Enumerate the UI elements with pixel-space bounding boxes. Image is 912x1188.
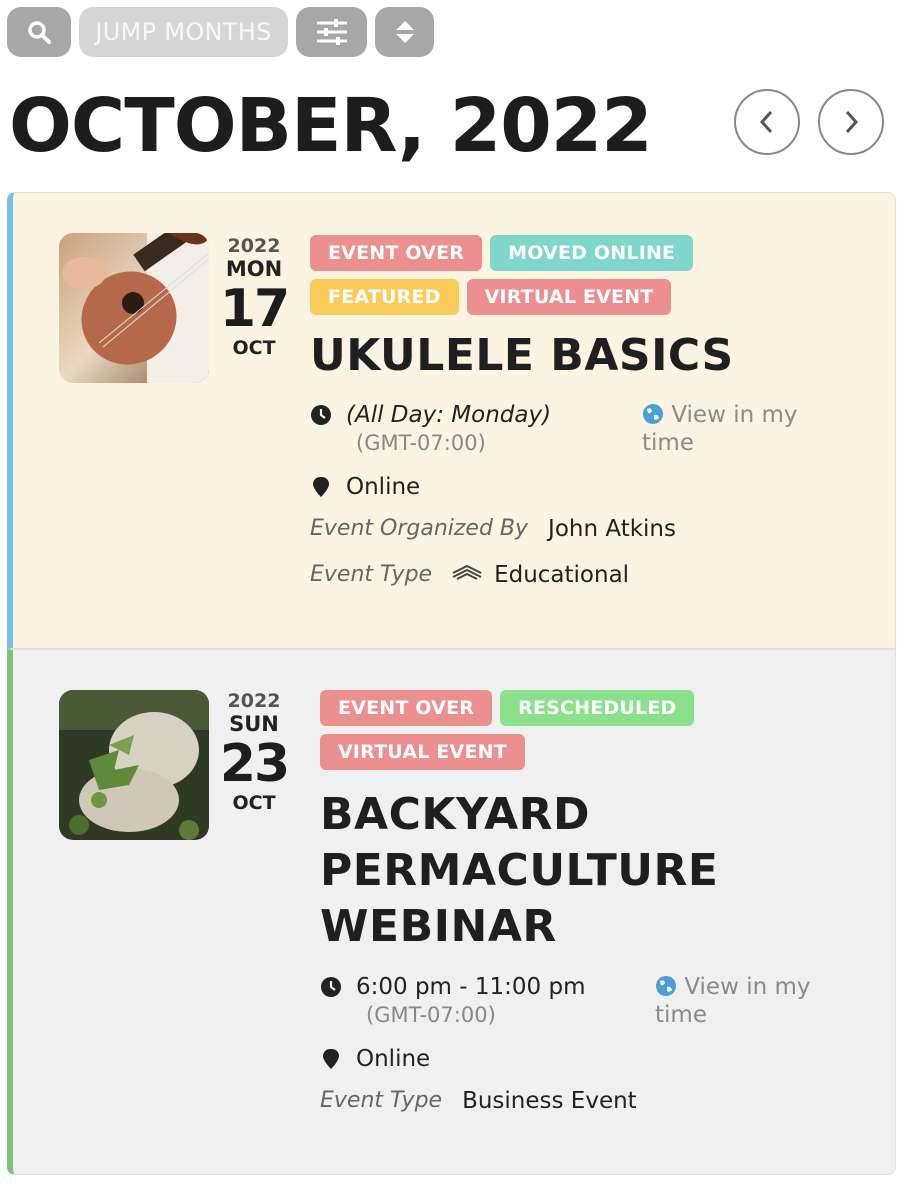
event-location: Online: [356, 1046, 431, 1072]
event-time: 6:00 pm - 11:00 pm: [356, 974, 586, 1000]
event-title[interactable]: BACKYARD PERMACULTURE WEBINAR: [320, 787, 860, 955]
calendar-toolbar: JUMP MONTHS: [7, 7, 434, 57]
layers-icon: [452, 564, 482, 580]
event-type-row: Event Type Business Event: [320, 1087, 637, 1115]
event-card[interactable]: 2022 SUN 23 OCT EVENT OVER RESCHEDULED V…: [7, 649, 896, 1175]
map-pin-icon: [323, 1049, 339, 1069]
tag-rescheduled: RESCHEDULED: [500, 690, 695, 726]
next-month-button[interactable]: [818, 89, 884, 155]
event-type: Educational: [494, 562, 630, 588]
view-in-my-time-link[interactable]: View in my time: [655, 973, 811, 1029]
event-tags: EVENT OVER RESCHEDULED VIRTUAL EVENT: [320, 690, 740, 770]
filter-button[interactable]: [296, 7, 367, 57]
event-timezone: (GMT-07:00): [366, 1003, 496, 1027]
event-organizer-row: Event Organized By John Atkins: [310, 515, 676, 543]
event-day: 23: [219, 734, 290, 794]
event-date: 2022 SUN 23 OCT: [217, 690, 291, 814]
event-type-label: Event Type: [310, 562, 433, 587]
gardening-image: [59, 690, 209, 840]
event-location-row: Online: [320, 1045, 430, 1073]
sliders-icon: [316, 19, 347, 45]
event-location-row: Online: [310, 473, 420, 501]
event-type: Business Event: [462, 1088, 637, 1114]
event-month: OCT: [232, 792, 276, 814]
event-day: 17: [219, 279, 290, 339]
event-time: (All Day: Monday): [346, 402, 552, 428]
event-title-line: WEBINAR: [320, 901, 557, 952]
event-year: 2022: [227, 690, 281, 712]
month-title: OCTOBER, 2022: [9, 83, 653, 169]
chevron-right-icon: [845, 110, 859, 134]
view-time-line2: time: [655, 1002, 707, 1028]
event-time-row: 6:00 pm - 11:00 pm (GMT-07:00): [320, 973, 585, 1029]
clock-icon: [311, 405, 331, 425]
event-type-row: Event Type Educational: [310, 561, 629, 589]
tag-featured: FEATURED: [310, 279, 459, 315]
sort-button[interactable]: [375, 7, 434, 57]
sort-icon: [395, 21, 414, 43]
event-date: 2022 MON 17 OCT: [217, 235, 291, 359]
event-title-line: BACKYARD: [320, 789, 591, 840]
view-time-line1: View in my: [671, 402, 798, 428]
event-year: 2022: [227, 235, 281, 257]
event-card[interactable]: 2022 MON 17 OCT EVENT OVER MOVED ONLINE …: [7, 192, 896, 649]
event-month: OCT: [232, 337, 276, 359]
event-thumbnail-ukulele[interactable]: [59, 233, 209, 383]
tag-moved-online: MOVED ONLINE: [490, 235, 694, 271]
map-pin-icon: [313, 477, 329, 497]
event-type-label: Event Type: [320, 1088, 443, 1113]
tag-virtual-event: VIRTUAL EVENT: [320, 734, 525, 770]
previous-month-button[interactable]: [734, 89, 800, 155]
jump-months-button[interactable]: JUMP MONTHS: [79, 7, 288, 57]
clock-icon: [321, 977, 341, 997]
tag-event-over: EVENT OVER: [310, 235, 483, 271]
tag-virtual-event: VIRTUAL EVENT: [466, 279, 672, 315]
event-weekday: SUN: [229, 712, 279, 736]
event-time-row: (All Day: Monday) (GMT-07:00): [310, 401, 551, 457]
event-location: Online: [346, 474, 421, 500]
event-weekday: MON: [225, 257, 283, 281]
view-time-line1: View in my: [684, 974, 811, 1000]
search-icon: [28, 21, 51, 44]
event-title[interactable]: UKULELE BASICS: [310, 328, 870, 384]
event-title-line: PERMACULTURE: [320, 845, 719, 896]
event-thumbnail-permaculture[interactable]: [59, 690, 209, 840]
organized-by-label: Event Organized By: [310, 516, 529, 541]
view-in-my-time-link[interactable]: View in my time: [642, 401, 798, 457]
event-organizer[interactable]: John Atkins: [548, 515, 676, 543]
event-tags: EVENT OVER MOVED ONLINE FEATURED VIRTUAL…: [310, 235, 730, 315]
chevron-left-icon: [759, 110, 773, 134]
globe-icon: [656, 976, 676, 996]
globe-icon: [643, 404, 663, 424]
event-timezone: (GMT-07:00): [356, 431, 486, 455]
view-time-line2: time: [642, 430, 694, 456]
tag-event-over: EVENT OVER: [320, 690, 493, 726]
ukulele-image: [59, 233, 209, 383]
search-button[interactable]: [7, 7, 71, 57]
